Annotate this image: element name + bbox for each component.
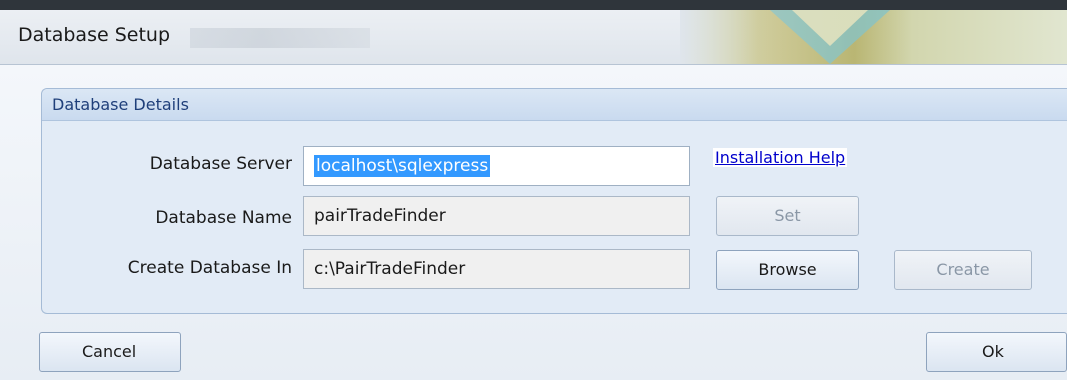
database-server-label: Database Server <box>149 154 292 174</box>
background-strip <box>0 0 1067 10</box>
browse-button[interactable]: Browse <box>716 250 859 290</box>
database-setup-window: Database Setup Database Details Database… <box>0 0 1067 380</box>
title-bar[interactable]: Database Setup <box>0 0 1067 64</box>
background-blur <box>190 28 370 48</box>
window-title: Database Setup <box>18 24 170 46</box>
create-button[interactable]: Create <box>894 250 1032 290</box>
group-title: Database Details <box>52 95 189 114</box>
group-header: Database Details <box>42 89 1067 121</box>
cancel-button[interactable]: Cancel <box>39 332 181 372</box>
set-button[interactable]: Set <box>716 196 859 236</box>
database-server-value: localhost\sqlexpress <box>314 155 491 177</box>
installation-help-link[interactable]: Installation Help <box>713 148 848 167</box>
create-database-in-input[interactable]: c:\PairTradeFinder <box>303 249 690 289</box>
create-database-in-label: Create Database In <box>127 258 292 278</box>
database-server-input[interactable]: localhost\sqlexpress <box>303 146 690 186</box>
database-name-input[interactable]: pairTradeFinder <box>303 196 690 236</box>
database-name-label: Database Name <box>155 208 292 228</box>
ok-button[interactable]: Ok <box>926 332 1067 372</box>
decoration-fade <box>680 10 1067 64</box>
